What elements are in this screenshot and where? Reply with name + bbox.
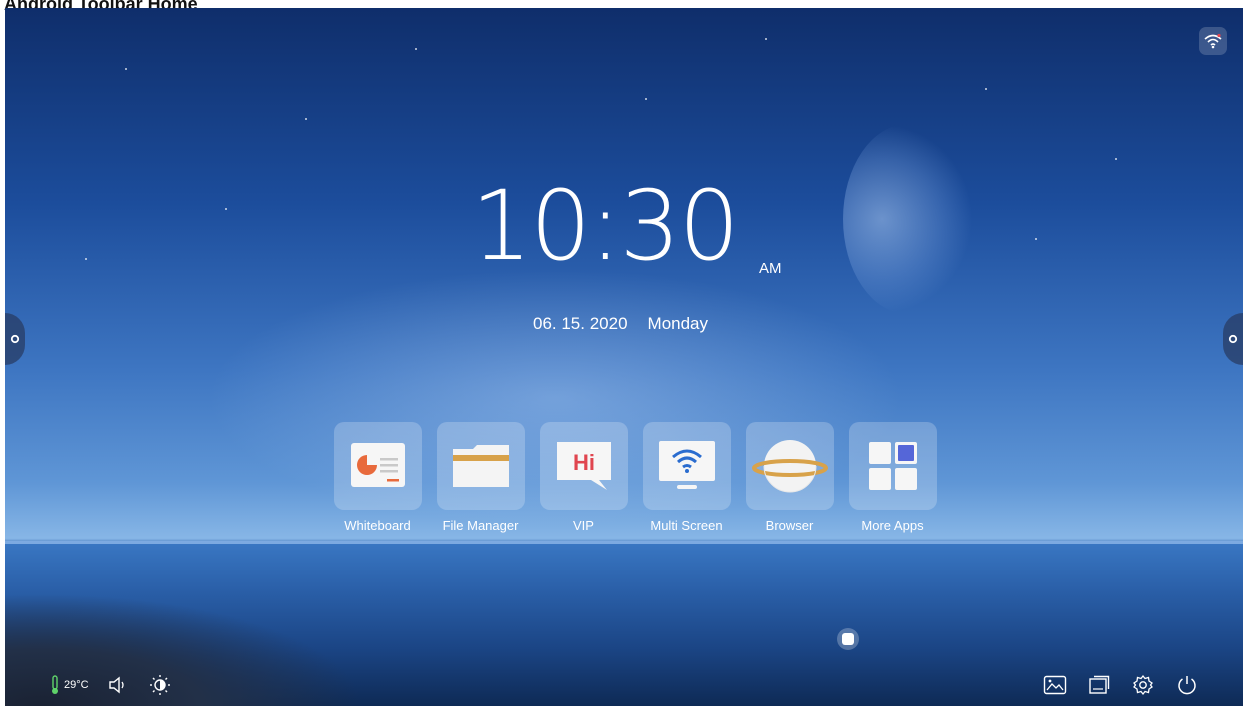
screenshot-button[interactable]	[1082, 672, 1116, 698]
app-label: Whiteboard	[344, 518, 411, 533]
screen-capture-icon	[1089, 675, 1110, 694]
weekday-text: Monday	[647, 314, 709, 333]
app-browser[interactable]: Browser	[738, 422, 841, 533]
app-tile[interactable]	[745, 422, 834, 510]
app-label: File Manager	[442, 518, 519, 533]
app-more-apps[interactable]: More Apps	[841, 422, 944, 533]
image-icon	[1043, 675, 1067, 695]
right-sidebar-handle[interactable]	[1223, 313, 1243, 365]
left-sidebar-handle[interactable]	[5, 313, 25, 365]
app-tile[interactable]: Hi	[539, 422, 628, 510]
app-label: Browser	[765, 518, 814, 533]
status-bar-left: 29°C	[50, 674, 171, 696]
date-display: 06. 15. 2020 Monday	[533, 314, 708, 334]
status-bar-right	[1038, 672, 1214, 698]
app-label: Multi Screen	[650, 518, 723, 533]
app-tile[interactable]	[436, 422, 525, 510]
wallpaper-button[interactable]	[1038, 672, 1072, 698]
clock-ampm: AM	[759, 260, 782, 277]
gear-icon	[1228, 334, 1238, 344]
planet-icon	[751, 440, 828, 493]
clock-time: 10:30	[471, 170, 740, 282]
home-screen: 10:30 AM 06. 15. 2020 Monday Whiteboard	[5, 8, 1243, 706]
gear-icon	[10, 334, 20, 344]
date-text: 06. 15. 2020	[533, 314, 628, 333]
app-whiteboard[interactable]: Whiteboard	[326, 422, 429, 533]
wifi-icon	[1204, 33, 1222, 49]
app-tile[interactable]	[333, 422, 422, 510]
wifi-screen-icon	[658, 441, 715, 489]
app-file-manager[interactable]: File Manager	[429, 422, 532, 533]
chat-bubble-icon: Hi	[556, 442, 611, 490]
moon	[843, 124, 973, 314]
app-vip[interactable]: Hi VIP	[532, 422, 635, 533]
volume-icon[interactable]	[107, 676, 127, 694]
power-button[interactable]	[1170, 672, 1204, 698]
app-tile[interactable]	[848, 422, 937, 510]
whiteboard-icon	[350, 443, 405, 487]
folder-icon	[452, 445, 509, 487]
wifi-status-button[interactable]	[1199, 27, 1227, 55]
clock: 10:30 AM	[471, 170, 782, 282]
home-square-icon	[842, 633, 854, 645]
app-dock: Whiteboard File Manager Hi VIP Multi Scr…	[326, 422, 944, 533]
thermometer-icon	[52, 675, 58, 694]
app-label: VIP	[573, 518, 594, 533]
vip-glyph: Hi	[573, 450, 595, 475]
brightness-icon[interactable]	[149, 674, 171, 696]
app-label: More Apps	[861, 518, 924, 533]
power-icon	[1178, 676, 1196, 695]
grid-icon	[868, 442, 917, 490]
app-multi-screen[interactable]: Multi Screen	[635, 422, 738, 533]
app-tile[interactable]	[642, 422, 731, 510]
gear-icon	[1133, 674, 1153, 696]
settings-button[interactable]	[1126, 672, 1160, 698]
temperature-text: 29°C	[64, 679, 89, 691]
floating-home-button[interactable]	[837, 628, 859, 650]
